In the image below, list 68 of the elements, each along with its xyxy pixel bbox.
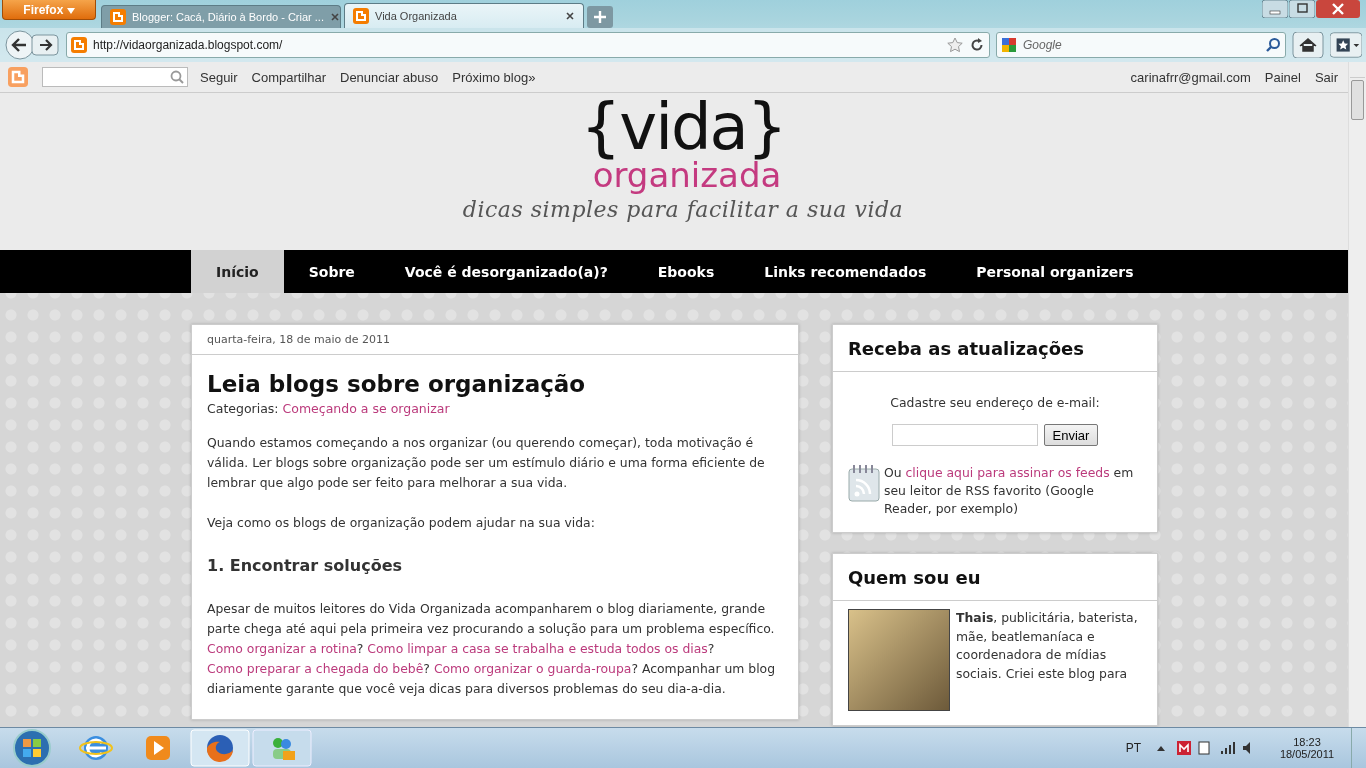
post-link[interactable]: Como preparar a chegada do bebê: [207, 661, 424, 676]
logo-title: {vida}: [580, 95, 786, 159]
email-field[interactable]: [891, 424, 1038, 446]
minimize-icon[interactable]: [1262, 0, 1288, 18]
browser-tab[interactable]: Vida Organizada: [344, 3, 584, 28]
menu-tab[interactable]: Sobre: [283, 250, 380, 293]
email-label: Cadastre seu endereço de e-mail:: [889, 395, 1101, 410]
post-paragraph: Apesar de muitos leitores do Vida Organizada acompanharem o blog diariamente, grande parte chega até aqui pela primeira vez procurando a solução para um problema específico. Como organizar a rotina? Como limpar a casa se trabalha e estuda todos os dias? Como preparar a chegada do bebê? Como organizar o guarda-roupa? Acompanhar um blog diariamente garante que você veja dicas para diversos problemas do seu dia-a-dia.: [207, 600, 777, 698]
logo-tagline: dicas simples para facilitar a sua vida: [462, 196, 904, 224]
search-bar[interactable]: Google: [996, 32, 1286, 58]
post-link[interactable]: Como limpar a casa se trabalha e estuda todos os dias: [367, 641, 708, 656]
post-link[interactable]: Como organizar a rotina: [207, 641, 357, 656]
send-button[interactable]: Enviar: [1043, 424, 1099, 446]
blog-search-field[interactable]: [42, 67, 188, 87]
blogger-icon[interactable]: [8, 67, 28, 87]
caret-icon: [66, 7, 75, 14]
navbar-link[interactable]: Compartilhar: [251, 69, 326, 85]
author-bio: Thais, publicitária, baterista, mãe, beatlemaníaca e coordenadora de mídias sociais. Criei este blog para: [956, 609, 1139, 683]
blogger-icon: [110, 9, 126, 25]
new-tab-icon[interactable]: [587, 6, 613, 28]
post-subheading: 1. Encontrar soluções: [207, 555, 403, 577]
post-paragraph: Quando estamos começando a nos organizar (ou querendo começar), toda motivação é válida. Ler blogs sobre organização pode ser um estímulo diário e uma forma eficiente de lembrar que algo pode ser feito para melhorar a sua vida.: [207, 434, 766, 492]
bookmarks-icon[interactable]: [1330, 32, 1362, 58]
home-icon[interactable]: [1292, 32, 1324, 58]
close-window-icon[interactable]: [1316, 0, 1360, 18]
menu-tab[interactable]: Ebooks: [632, 250, 740, 293]
feed-link[interactable]: clique aqui para assinar os feeds: [905, 465, 1110, 480]
search-icon: [169, 69, 185, 85]
messenger-icon[interactable]: [252, 729, 312, 767]
reload-icon[interactable]: [969, 37, 985, 53]
widget-title: Quem sou eu: [833, 554, 1157, 601]
restore-icon[interactable]: [1289, 0, 1315, 18]
post-title: Leia blogs sobre organização: [207, 370, 587, 399]
address-bar[interactable]: http://vidaorganizada.blogspot.com/: [66, 32, 990, 58]
navbar-link[interactable]: Denunciar abuso: [340, 69, 439, 85]
back-forward-icon[interactable]: [4, 30, 60, 60]
post-date: quarta-feira, 18 de maio de 2011: [192, 325, 798, 355]
account-email: carinafrr@gmail.com: [1130, 69, 1251, 85]
search-icon[interactable]: [1265, 37, 1281, 53]
menu-tab[interactable]: Início: [191, 250, 284, 293]
google-icon: [1001, 37, 1017, 53]
category-label: Categorias:: [207, 400, 279, 418]
search-input[interactable]: Google: [1021, 37, 1261, 53]
blogger-icon: [353, 8, 369, 24]
firefox-icon[interactable]: [190, 729, 250, 767]
navbar-link[interactable]: Painel: [1264, 69, 1301, 85]
clock-date: 18/05/2011: [1279, 748, 1335, 760]
rss-text: Ou clique aqui para assinar os feeds em seu leitor de RSS favorito (Google Reader, por exemplo): [884, 464, 1135, 518]
close-icon[interactable]: [329, 12, 340, 22]
navbar-link[interactable]: Seguir: [200, 69, 238, 85]
navbar-link[interactable]: Sair: [1314, 69, 1338, 85]
blogger-icon: [71, 37, 87, 53]
menu-tab[interactable]: Links recomendados: [739, 250, 952, 293]
menu-tab[interactable]: Personal organizers: [951, 250, 1159, 293]
clock[interactable]: 18:23 18/05/2011: [1269, 736, 1345, 760]
rss-notepad-icon: [848, 464, 880, 502]
scrollbar[interactable]: [1348, 62, 1366, 727]
navbar-link[interactable]: Próximo blog»: [452, 69, 536, 85]
category-link[interactable]: Começando a se organizar: [282, 399, 450, 419]
post-paragraph: Veja como os blogs de organização podem ajudar na sua vida:: [207, 514, 596, 532]
widget-title: Receba as atualizações: [833, 325, 1157, 372]
star-icon[interactable]: [947, 37, 963, 53]
menu-tab[interactable]: Você é desorganizado(a)?: [379, 250, 633, 293]
post-link[interactable]: Como organizar o guarda-roupa: [433, 661, 632, 676]
language-indicator[interactable]: PT: [1125, 741, 1141, 755]
clock-time: 18:23: [1293, 736, 1321, 748]
close-icon[interactable]: [565, 11, 575, 21]
start-button-icon[interactable]: [12, 728, 52, 768]
